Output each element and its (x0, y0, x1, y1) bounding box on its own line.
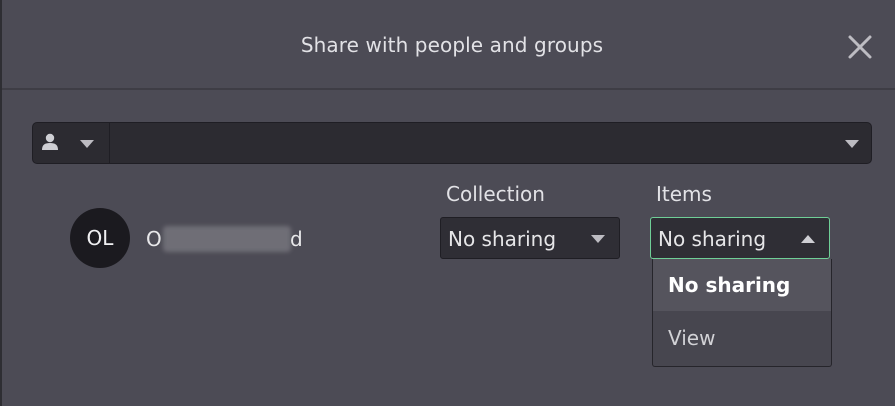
collection-column-label: Collection (446, 182, 545, 206)
items-sharing-value: No sharing (658, 227, 767, 251)
user-group-picker (32, 122, 872, 164)
person-icon (42, 133, 58, 150)
close-icon[interactable] (846, 33, 874, 61)
user-name: O (146, 227, 162, 251)
share-dialog: Share with people and groups Collection … (2, 0, 895, 406)
items-sharing-select[interactable]: No sharing (650, 217, 830, 259)
redacted-name (163, 226, 291, 252)
chevron-down-icon[interactable] (845, 137, 859, 151)
avatar: OL (70, 208, 130, 268)
chevron-down-icon (80, 140, 94, 148)
items-sharing-dropdown: No sharing View (652, 259, 832, 367)
chevron-down-icon (591, 235, 605, 243)
dropdown-option-label: No sharing (668, 273, 791, 297)
chevron-up-icon (801, 235, 815, 243)
user-name-start: O (146, 227, 162, 251)
picker-search-input[interactable] (111, 123, 871, 163)
dialog-header: Share with people and groups (2, 0, 895, 90)
dropdown-option-no-sharing[interactable]: No sharing (653, 259, 831, 311)
user-name-end: d (290, 227, 303, 251)
dropdown-option-view[interactable]: View (653, 312, 831, 364)
dropdown-option-label: View (668, 326, 716, 350)
picker-type-toggle[interactable] (33, 123, 110, 163)
items-column-label: Items (656, 182, 712, 206)
collection-sharing-select[interactable]: No sharing (440, 217, 620, 259)
collection-sharing-value: No sharing (448, 227, 557, 251)
dialog-title: Share with people and groups (300, 33, 604, 57)
